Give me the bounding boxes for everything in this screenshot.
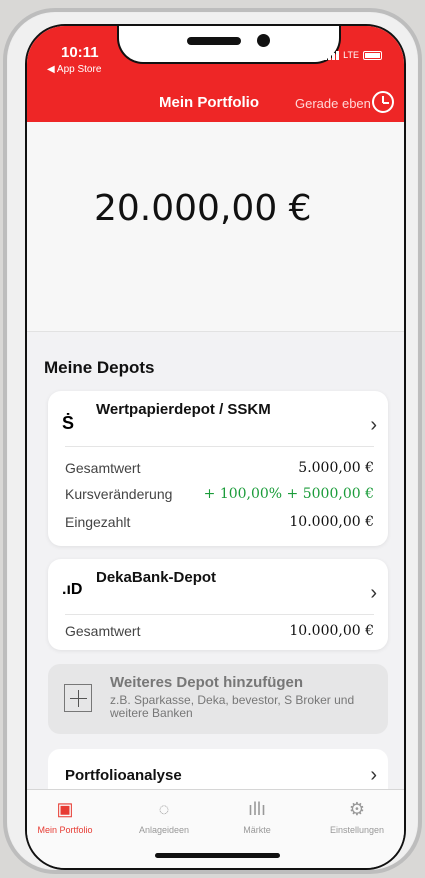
history-icon[interactable] <box>372 91 394 113</box>
depot-card-sskm[interactable]: Ṡ Wertpapierdepot / SSKM › Gesamtwert 5.… <box>48 391 388 546</box>
tab-mein-portfolio[interactable]: ▣ Mein Portfolio <box>27 797 105 839</box>
chevron-right-icon[interactable]: › <box>370 414 377 437</box>
depot-row-eingezahlt: Eingezahlt 10.000,00 € <box>65 514 374 538</box>
row-value: 5.000,00 € <box>298 460 374 476</box>
back-to-app-store[interactable]: ◀ App Store <box>47 64 101 75</box>
tab-label: Märkte <box>243 825 271 835</box>
wallet-icon: ▣ <box>56 799 74 819</box>
divider <box>65 446 374 447</box>
camera <box>257 34 270 47</box>
depot-row-gesamtwert: Gesamtwert 10.000,00 € <box>65 623 374 647</box>
tab-label: Mein Portfolio <box>37 825 93 835</box>
signal-icon <box>324 50 340 60</box>
battery-icon <box>363 50 382 60</box>
sparkasse-logo-icon: Ṡ <box>62 413 75 433</box>
page-title: Mein Portfolio <box>159 94 259 111</box>
network-label: LTE <box>343 50 359 60</box>
tab-anlageideen[interactable]: ◌ Anlageideen <box>124 797 204 839</box>
device-notch <box>117 26 341 64</box>
tab-label: Einstellungen <box>329 825 385 835</box>
portfolio-total-value: 20.000,00 € <box>94 188 312 229</box>
tab-einstellungen[interactable]: ⚙ Einstellungen <box>317 797 397 839</box>
row-value: + 100,00% + 5000,00 € <box>203 486 374 502</box>
app-header: 10:11 ◀ App Store LTE Mein Portfolio Ger… <box>27 26 404 122</box>
row-value: 10.000,00 € <box>289 514 374 530</box>
status-indicators: LTE <box>324 50 382 60</box>
chart-bars-icon: ıllı <box>248 799 266 819</box>
depot-title: Wertpapierdepot / SSKM <box>96 401 271 418</box>
lightbulb-icon: ◌ <box>158 799 170 819</box>
analysis-title: Portfolioanalyse <box>65 767 182 784</box>
app-screen: 10:11 ◀ App Store LTE Mein Portfolio Ger… <box>25 24 406 870</box>
deka-logo-icon: .ıD <box>62 581 83 598</box>
add-depot-subtitle: z.B. Sparkasse, Deka, bevestor, S Broker… <box>110 693 355 720</box>
depot-card-dekabank[interactable]: .ıD DekaBank-Depot › Gesamtwert 10.000,0… <box>48 559 388 650</box>
add-depot-title: Weiteres Depot hinzufügen <box>110 674 304 691</box>
last-updated-label: Gerade eben <box>295 96 371 111</box>
chevron-right-icon[interactable]: › <box>370 764 377 787</box>
phone-frame: 10:11 ◀ App Store LTE Mein Portfolio Ger… <box>3 8 422 874</box>
depots-section-title: Meine Depots <box>44 358 155 377</box>
chevron-right-icon[interactable]: › <box>370 582 377 605</box>
depot-row-gesamtwert: Gesamtwert 5.000,00 € <box>65 460 374 484</box>
plus-icon <box>64 684 92 712</box>
home-indicator[interactable] <box>155 853 280 858</box>
divider <box>65 614 374 615</box>
row-label: Gesamtwert <box>65 623 141 639</box>
row-label: Gesamtwert <box>65 460 141 476</box>
row-value: 10.000,00 € <box>289 623 374 639</box>
row-label: Kursveränderung <box>65 486 173 502</box>
bottom-tab-bar: ▣ Mein Portfolio ◌ Anlageideen ıllı Märk… <box>27 789 404 868</box>
portfolio-summary: 20.000,00 € <box>27 122 404 332</box>
depot-card-header[interactable]: .ıD DekaBank-Depot › <box>48 559 388 614</box>
speaker <box>187 37 241 45</box>
depot-card-header[interactable]: Ṡ Wertpapierdepot / SSKM › <box>48 391 388 446</box>
tab-maerkte[interactable]: ıllı Märkte <box>217 797 297 839</box>
depot-row-kursveraenderung: Kursveränderung + 100,00% + 5000,00 € <box>65 486 374 510</box>
row-label: Eingezahlt <box>65 514 131 530</box>
add-depot-button[interactable]: Weiteres Depot hinzufügen z.B. Sparkasse… <box>48 664 388 734</box>
depot-title: DekaBank-Depot <box>96 569 217 586</box>
tab-label: Anlageideen <box>138 825 190 835</box>
gear-icon: ⚙ <box>348 799 366 819</box>
status-time: 10:11 <box>61 44 99 61</box>
